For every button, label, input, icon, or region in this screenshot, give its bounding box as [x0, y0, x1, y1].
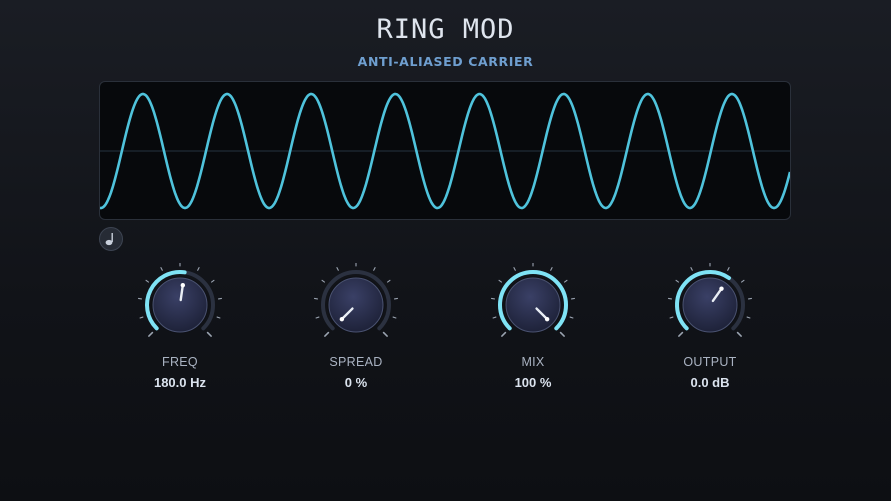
plugin-title: RING MOD	[376, 14, 515, 45]
spread-knob-block: SPREAD 0 %	[296, 263, 416, 390]
knob-tick	[321, 279, 325, 283]
knob-tick	[336, 267, 339, 271]
spread-knob[interactable]	[311, 263, 401, 343]
knob-body	[682, 277, 738, 333]
knob-tick	[746, 316, 751, 319]
knob-tick	[690, 267, 693, 271]
knob-tick	[741, 279, 745, 283]
mix-knob-block: MIX 100 %	[473, 263, 593, 390]
freq-knob-block: FREQ 180.0 Hz	[120, 263, 240, 390]
output-value: 0.0 dB	[690, 375, 730, 390]
waveform-svg	[100, 92, 790, 210]
knob-tick	[498, 279, 502, 283]
freq-value: 180.0 Hz	[153, 375, 207, 390]
knob-tick	[501, 331, 507, 337]
knob-tick	[206, 331, 212, 337]
knob-pointer-dot	[719, 286, 724, 291]
knob-body	[505, 277, 561, 333]
knob-body	[152, 277, 208, 333]
knob-tick	[216, 316, 221, 319]
knob-tick	[513, 267, 516, 271]
output-knob[interactable]	[665, 263, 755, 343]
knob-tick	[145, 279, 149, 283]
knob-tick	[211, 279, 215, 283]
knob-tick	[559, 331, 565, 337]
plugin-subtitle: ANTI-ALIASED CARRIER	[357, 54, 534, 69]
knob-tick	[392, 316, 397, 319]
waveform-display	[99, 81, 791, 220]
freq-label: FREQ	[162, 355, 198, 369]
knob-tick	[382, 331, 388, 337]
knob-tick	[492, 316, 497, 319]
knob-tick	[550, 267, 553, 271]
note-icon	[105, 233, 113, 246]
mix-label: MIX	[521, 355, 545, 369]
spread-value: 0 %	[344, 375, 368, 390]
output-label: OUTPUT	[683, 355, 737, 369]
knob-tick	[678, 331, 684, 337]
mix-knob[interactable]	[488, 263, 578, 343]
knob-pointer-dot	[180, 283, 186, 288]
knob-tick	[669, 316, 674, 319]
knob-tick	[139, 316, 144, 319]
knob-tick	[569, 316, 574, 319]
knob-pointer-dot	[544, 316, 550, 322]
knob-tick	[148, 331, 154, 337]
knob-tick	[324, 331, 330, 337]
knob-tick	[197, 267, 200, 271]
knob-tick	[727, 267, 730, 271]
knob-tick	[315, 316, 320, 319]
knob-pointer-dot	[339, 316, 345, 322]
knob-tick	[373, 267, 376, 271]
tempo-sync-button[interactable]	[99, 227, 123, 251]
knob-tick	[160, 267, 163, 271]
freq-knob[interactable]	[135, 263, 225, 343]
mix-value: 100 %	[514, 375, 552, 390]
knob-body	[328, 277, 384, 333]
spread-label: SPREAD	[329, 355, 383, 369]
knob-tick	[387, 279, 391, 283]
knob-tick	[675, 279, 679, 283]
knob-tick	[564, 279, 568, 283]
knob-tick	[736, 331, 742, 337]
output-knob-block: OUTPUT 0.0 dB	[650, 263, 770, 390]
